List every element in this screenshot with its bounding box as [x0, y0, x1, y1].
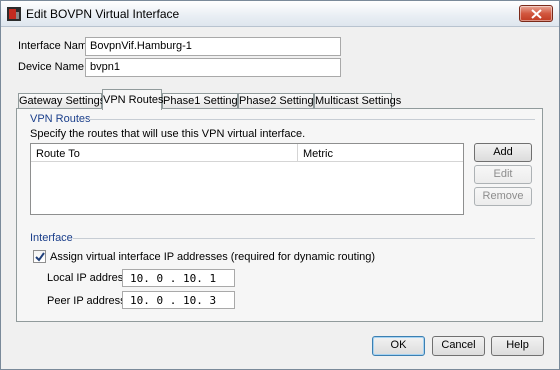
window-title: Edit BOVPN Virtual Interface [26, 7, 180, 21]
vpn-routes-description: Specify the routes that will use this VP… [30, 128, 306, 140]
peer-ip-field[interactable]: 10. 0 . 10. 3 [122, 291, 235, 309]
tab-multicast-settings[interactable]: Multicast Settings [314, 93, 401, 109]
peer-ip-label: Peer IP address: [47, 295, 129, 307]
add-route-button[interactable]: Add [474, 143, 532, 162]
firebox-icon [7, 7, 21, 21]
device-name-label: Device Name: [18, 61, 88, 73]
tab-gateway-settings[interactable]: Gateway Settings [18, 93, 105, 109]
ok-button[interactable]: OK [372, 336, 425, 356]
interface-name-field[interactable]: BovpnVif.Hamburg-1 [85, 37, 341, 56]
column-separator [297, 144, 298, 162]
column-header-metric[interactable]: Metric [303, 148, 333, 160]
vpn-routes-group-title: VPN Routes [30, 113, 91, 125]
tab-phase1-settings[interactable]: Phase1 Settings [162, 93, 243, 109]
interface-group-title: Interface [30, 232, 73, 244]
help-button[interactable]: Help [491, 336, 544, 356]
close-button[interactable] [519, 5, 553, 22]
cancel-button[interactable]: Cancel [432, 336, 485, 356]
tab-phase2-settings[interactable]: Phase2 Settings [238, 93, 319, 109]
edit-route-button[interactable]: Edit [474, 165, 532, 184]
assign-ip-checkbox[interactable] [33, 250, 46, 263]
vpn-routes-panel [16, 108, 543, 322]
close-icon [531, 9, 542, 19]
routes-table[interactable]: Route To Metric [30, 143, 464, 215]
title-bar[interactable]: Edit BOVPN Virtual Interface [1, 1, 559, 27]
column-header-route-to[interactable]: Route To [36, 148, 80, 160]
dialog-window: Edit BOVPN Virtual Interface Interface N… [0, 0, 560, 370]
local-ip-field[interactable]: 10. 0 . 10. 1 [122, 269, 235, 287]
assign-ip-label[interactable]: Assign virtual interface IP addresses (r… [50, 251, 375, 263]
device-name-field[interactable]: bvpn1 [85, 58, 341, 77]
vpn-routes-divider [89, 119, 535, 120]
local-ip-label: Local IP address: [47, 272, 132, 284]
interface-divider [73, 238, 535, 239]
table-header: Route To Metric [31, 144, 463, 162]
tab-vpn-routes[interactable]: VPN Routes [102, 89, 164, 110]
checkmark-icon [35, 252, 45, 262]
remove-route-button[interactable]: Remove [474, 187, 532, 206]
